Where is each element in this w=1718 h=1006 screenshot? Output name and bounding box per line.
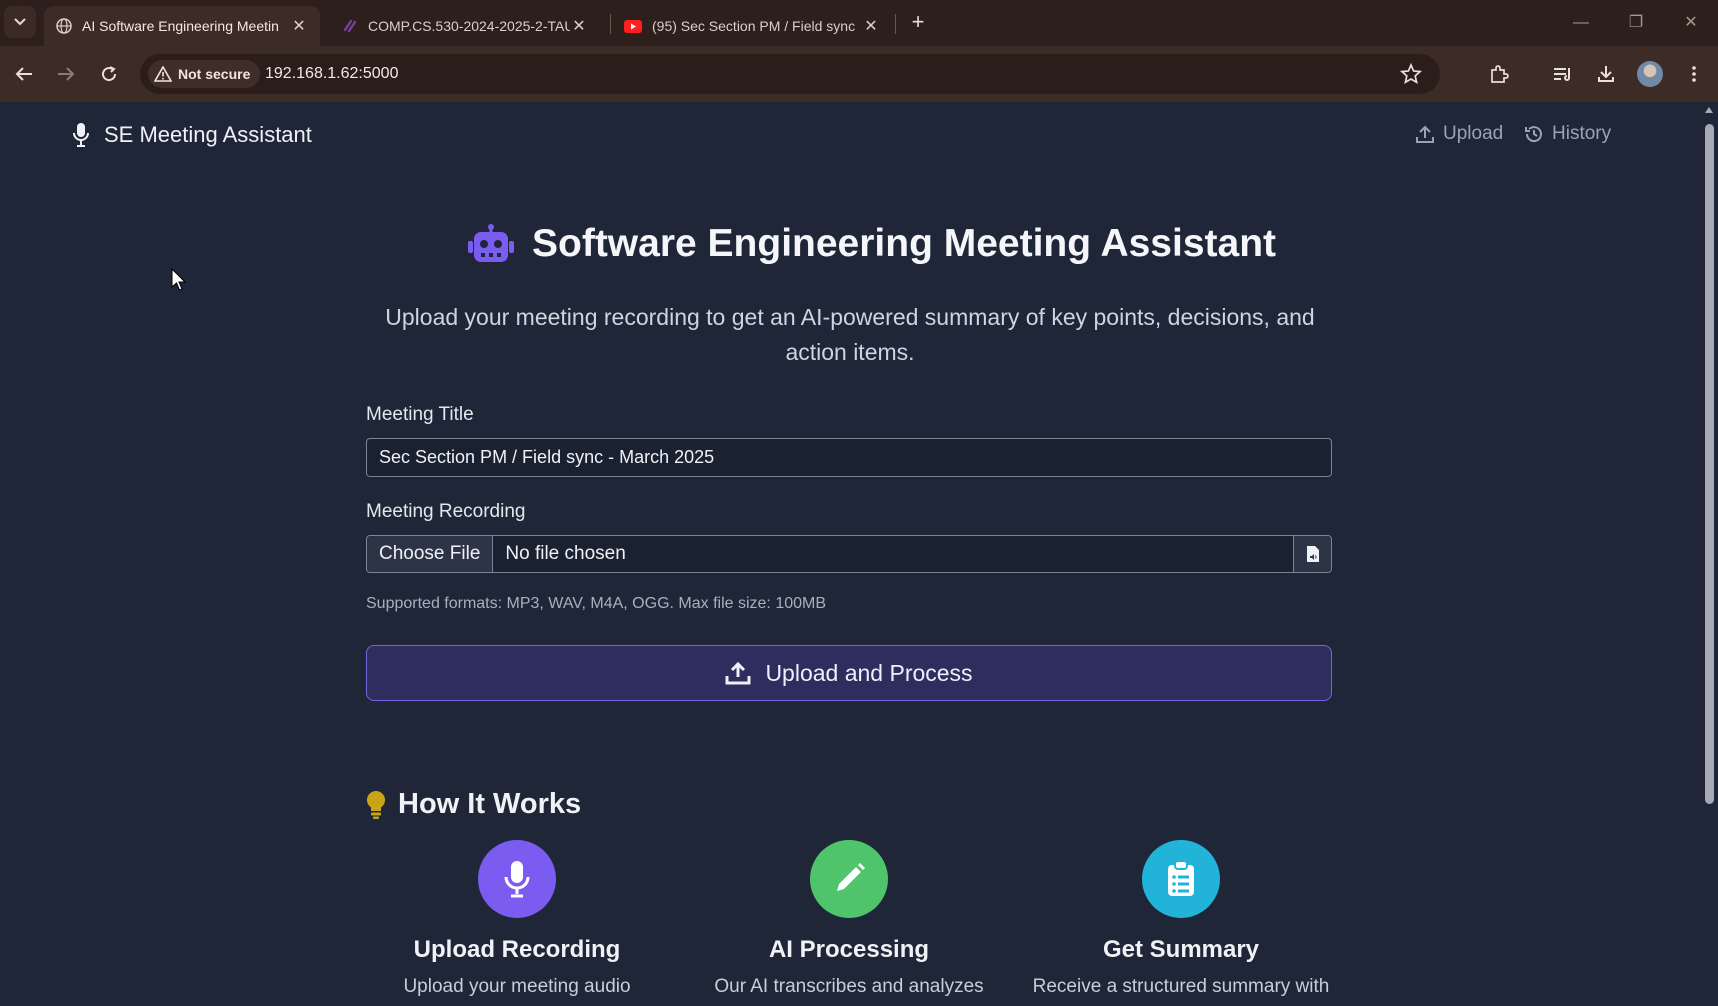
- menu-kebab-icon[interactable]: [1678, 58, 1710, 90]
- step-description: Upload your meeting audio: [403, 976, 631, 997]
- step-description: Receive a structured summary with: [1032, 976, 1330, 997]
- brand-name: SE Meeting Assistant: [104, 122, 312, 147]
- nav-upload-link[interactable]: Upload: [1415, 123, 1503, 145]
- how-it-works-heading: How It Works: [366, 788, 581, 821]
- tab-title: COMP.CS.530-2024-2025-2-TAU: [368, 18, 570, 34]
- url-text[interactable]: 192.168.1.62:5000: [265, 65, 398, 83]
- media-controls-icon[interactable]: [1547, 58, 1579, 90]
- recording-file-input[interactable]: Choose File No file chosen: [366, 535, 1332, 573]
- how-it-works-title: How It Works: [398, 788, 582, 820]
- nav-history-label: History: [1552, 123, 1612, 144]
- nav-upload-label: Upload: [1443, 123, 1504, 144]
- restore-icon[interactable]: ❐: [1621, 10, 1651, 36]
- robot-icon: [468, 224, 514, 262]
- supported-formats-hint: Supported formats: MP3, WAV, M4A, OGG. M…: [366, 595, 827, 612]
- profile-avatar[interactable]: [1637, 61, 1663, 87]
- upload-icon: [1416, 125, 1434, 143]
- youtube-icon: [624, 19, 642, 33]
- step-ai-processing: AI Processing Our AI transcribes and ana…: [684, 840, 1014, 998]
- tab-separator: [895, 14, 896, 34]
- page-title: Software Engineering Meeting Assistant: [466, 222, 1276, 266]
- downloads-icon[interactable]: [1590, 58, 1622, 90]
- chevron-down-icon: [14, 18, 26, 26]
- step-title: Get Summary: [1102, 936, 1260, 963]
- upload-and-process-button[interactable]: Upload and Process: [366, 645, 1332, 701]
- close-window-icon[interactable]: ✕: [1676, 10, 1706, 36]
- slack-icon: [343, 19, 357, 33]
- lightbulb-icon: [366, 790, 386, 819]
- arrow-left-icon: [15, 67, 32, 81]
- step-title: Upload Recording: [413, 936, 621, 963]
- pen-icon: [810, 840, 888, 918]
- page-title-text: Software Engineering Meeting Assistant: [532, 222, 1277, 265]
- page-scrollbar[interactable]: [1700, 102, 1718, 1006]
- meeting-recording-label: Meeting Recording: [366, 501, 526, 522]
- scrollbar-thumb[interactable]: [1705, 124, 1714, 804]
- tab-ai-software-engineering[interactable]: AI Software Engineering Meetin ✕: [44, 6, 320, 46]
- tab-comp-cs[interactable]: COMP.CS.530-2024-2025-2-TAU ✕: [330, 6, 600, 46]
- brand[interactable]: SE Meeting Assistant: [72, 122, 312, 148]
- forward-button[interactable]: [50, 58, 82, 90]
- close-tab-icon[interactable]: ✕: [570, 16, 588, 36]
- warning-icon: [154, 66, 172, 82]
- file-status-text: No file chosen: [505, 543, 626, 564]
- minimize-icon[interactable]: —: [1566, 10, 1596, 36]
- scroll-up-arrow-icon[interactable]: [1705, 107, 1713, 113]
- tab-youtube[interactable]: (95) Sec Section PM / Field sync ✕: [612, 6, 892, 46]
- security-chip[interactable]: Not secure: [148, 60, 261, 88]
- browser-tab-bar: AI Software Engineering Meetin ✕ COMP.CS…: [0, 0, 1718, 46]
- tab-title: AI Software Engineering Meetin: [82, 18, 279, 34]
- meeting-title-label: Meeting Title: [366, 404, 474, 425]
- audio-file-icon: [1293, 536, 1331, 572]
- back-button[interactable]: [8, 58, 40, 90]
- tab-separator: [610, 14, 611, 34]
- browser-toolbar: Not secure 192.168.1.62:5000: [0, 46, 1718, 102]
- mouse-cursor-icon: [171, 268, 187, 291]
- security-label: Not secure: [178, 66, 251, 82]
- extensions-icon[interactable]: [1483, 58, 1515, 90]
- clipboard-icon: [1142, 840, 1220, 918]
- history-icon: [1525, 126, 1542, 143]
- reload-button[interactable]: [93, 58, 125, 90]
- step-get-summary: Get Summary Receive a structured summary…: [1016, 840, 1346, 998]
- microphone-icon: [73, 123, 89, 147]
- page-content: SE Meeting Assistant Upload History Soft…: [0, 102, 1700, 1006]
- meeting-title-input[interactable]: [366, 438, 1332, 477]
- address-bar[interactable]: Not secure 192.168.1.62:5000: [140, 54, 1440, 94]
- page-subtitle: Upload your meeting recording to get an …: [385, 304, 1315, 365]
- close-tab-icon[interactable]: ✕: [862, 16, 880, 36]
- globe-icon: [56, 18, 72, 34]
- microphone-icon: [478, 840, 556, 918]
- arrow-right-icon: [58, 67, 75, 81]
- close-tab-icon[interactable]: ✕: [290, 16, 308, 36]
- choose-file-button[interactable]: Choose File: [367, 536, 494, 572]
- step-title: AI Processing: [768, 936, 930, 963]
- nav-history-link[interactable]: History: [1524, 123, 1611, 145]
- reload-icon: [102, 66, 117, 82]
- upload-and-process-label: Upload and Process: [765, 659, 973, 686]
- upload-icon: [725, 661, 751, 685]
- new-tab-button[interactable]: +: [905, 10, 931, 36]
- tab-search-button[interactable]: [4, 6, 36, 38]
- step-description: Our AI transcribes and analyzes: [714, 976, 984, 997]
- step-upload-recording: Upload Recording Upload your meeting aud…: [352, 840, 682, 998]
- tab-title: (95) Sec Section PM / Field sync: [652, 18, 856, 34]
- bookmark-star-icon[interactable]: [1400, 63, 1422, 85]
